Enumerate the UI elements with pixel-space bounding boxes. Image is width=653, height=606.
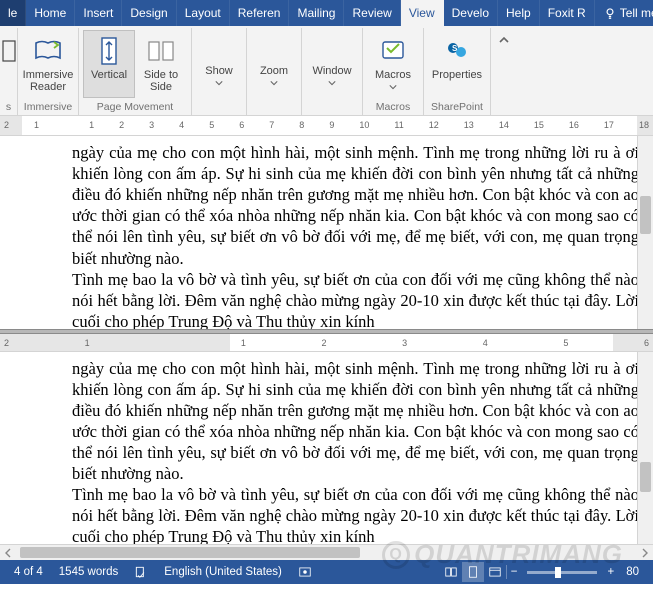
zoom-label: Zoom — [260, 65, 288, 77]
svg-text:S: S — [452, 44, 458, 53]
window-button[interactable]: Window — [306, 30, 358, 94]
group-read-label: s — [6, 99, 11, 115]
paragraph: Tình mẹ bao la vô bờ và tình yêu, sự biế… — [72, 484, 639, 544]
group-macros-label: Macros — [376, 99, 410, 115]
chevron-down-icon — [270, 77, 278, 89]
group-read: s — [0, 28, 18, 115]
tab-help[interactable]: Help — [498, 0, 540, 26]
tab-review[interactable]: Review — [344, 0, 400, 26]
ruler-ticks: 21123456 — [0, 338, 653, 348]
tab-layout[interactable]: Layout — [177, 0, 230, 26]
tellme-label: Tell me — [620, 6, 653, 20]
sharepoint-icon: S — [443, 38, 471, 64]
group-zoom: Zoom — [247, 28, 302, 115]
document-body[interactable]: ngày của mẹ cho con một hình hài, một si… — [0, 136, 653, 329]
collapse-ribbon-button[interactable] — [491, 28, 517, 115]
chevron-down-icon — [215, 77, 223, 89]
macros-icon — [379, 38, 407, 64]
zoom-level[interactable]: 80 — [618, 566, 647, 578]
vertical-label: Vertical — [91, 69, 127, 95]
macros-button[interactable]: Macros — [367, 30, 419, 98]
read-mode-button[interactable] — [1, 30, 17, 70]
document-body[interactable]: ngày của mẹ cho con một hình hài, một si… — [0, 352, 653, 545]
ruler-ticks: 21123456789101112131415161718 — [0, 120, 653, 130]
tab-developer[interactable]: Develo — [444, 0, 498, 26]
immersive-reader-button[interactable]: Immersive Reader — [22, 30, 74, 98]
vertical-icon — [98, 36, 120, 66]
group-show: Show — [192, 28, 247, 115]
scrollbar-horizontal[interactable] — [0, 544, 653, 560]
zoom-button[interactable]: Zoom — [251, 30, 297, 94]
status-words[interactable]: 1545 words — [51, 566, 126, 578]
caret-right-icon — [640, 548, 650, 558]
vertical-button[interactable]: Vertical — [83, 30, 135, 98]
side-to-side-label: Side to Side — [138, 69, 184, 95]
paragraph: ngày của mẹ cho con một hình hài, một si… — [72, 142, 639, 269]
ribbon-tabstrip: le Home Insert Design Layout Referen Mai… — [0, 0, 653, 26]
chevron-down-icon — [328, 77, 336, 89]
tab-references[interactable]: Referen — [230, 0, 290, 26]
zoom-out-button[interactable]: − — [507, 566, 522, 578]
ribbon: s Immersive Reader Immersive Vertical Si… — [0, 26, 653, 116]
tab-mailings[interactable]: Mailing — [289, 0, 344, 26]
side-to-side-button[interactable]: Side to Side — [135, 30, 187, 98]
status-proofing[interactable] — [126, 565, 156, 579]
chevron-up-icon — [498, 34, 510, 46]
web-layout-icon — [488, 565, 502, 579]
chevron-down-icon — [389, 81, 397, 93]
paragraph: Tình mẹ bao la vô bờ và tình yêu, sự biế… — [72, 269, 639, 329]
group-page-movement: Vertical Side to Side Page Movement — [79, 28, 192, 115]
scrollbar-vertical[interactable] — [637, 136, 653, 329]
view-readmode-button[interactable] — [440, 562, 462, 582]
properties-button[interactable]: S Properties — [428, 30, 486, 98]
lightbulb-icon — [603, 6, 617, 20]
group-immersive-label: Immersive — [24, 99, 72, 115]
page-icon — [466, 565, 480, 579]
ruler-middle[interactable]: 21123456 — [0, 334, 653, 352]
status-page[interactable]: 4 of 4 — [6, 566, 51, 578]
record-macro-icon — [298, 565, 312, 579]
tab-design[interactable]: Design — [122, 0, 176, 26]
group-window: Window — [302, 28, 363, 115]
immersive-reader-icon — [32, 38, 64, 64]
group-sharepoint-label: SharePoint — [431, 99, 483, 115]
window-label: Window — [312, 65, 351, 77]
document-split-panes: ngày của mẹ cho con một hình hài, một si… — [0, 136, 653, 544]
view-print-button[interactable] — [462, 562, 484, 582]
tab-tellme[interactable]: Tell me — [595, 0, 653, 26]
tab-foxit[interactable]: Foxit R — [540, 0, 595, 26]
book-icon — [1, 35, 17, 67]
paragraph: ngày của mẹ cho con một hình hài, một si… — [72, 358, 639, 485]
group-macros: Macros Macros — [363, 28, 424, 115]
group-movement-label: Page Movement — [97, 99, 173, 115]
ruler-top[interactable]: 21123456789101112131415161718 — [0, 116, 653, 136]
tab-insert[interactable]: Insert — [75, 0, 122, 26]
group-sharepoint: S Properties SharePoint — [424, 28, 491, 115]
group-immersive: Immersive Reader Immersive — [18, 28, 79, 115]
side-to-side-icon — [145, 38, 177, 64]
statusbar: 4 of 4 1545 words English (United States… — [0, 560, 653, 584]
zoom-slider[interactable] — [527, 571, 597, 574]
show-label: Show — [205, 65, 233, 77]
tab-file[interactable]: le — [0, 0, 26, 26]
properties-label: Properties — [432, 69, 482, 95]
status-macros[interactable] — [290, 565, 320, 579]
immersive-reader-label: Immersive Reader — [23, 69, 74, 95]
macros-label: Macros — [375, 69, 411, 81]
book-open-icon — [444, 565, 458, 579]
pane-top: ngày của mẹ cho con một hình hài, một si… — [0, 136, 653, 329]
scrollbar-vertical[interactable] — [637, 352, 653, 545]
caret-left-icon — [3, 548, 13, 558]
status-language[interactable]: English (United States) — [156, 566, 290, 578]
tab-home[interactable]: Home — [26, 0, 75, 26]
zoom-in-button[interactable]: + — [603, 566, 618, 578]
tab-view[interactable]: View — [401, 0, 444, 26]
pane-bottom: ngày của mẹ cho con một hình hài, một si… — [0, 352, 653, 545]
show-button[interactable]: Show — [196, 30, 242, 94]
book-proof-icon — [134, 565, 148, 579]
view-web-button[interactable] — [484, 562, 506, 582]
